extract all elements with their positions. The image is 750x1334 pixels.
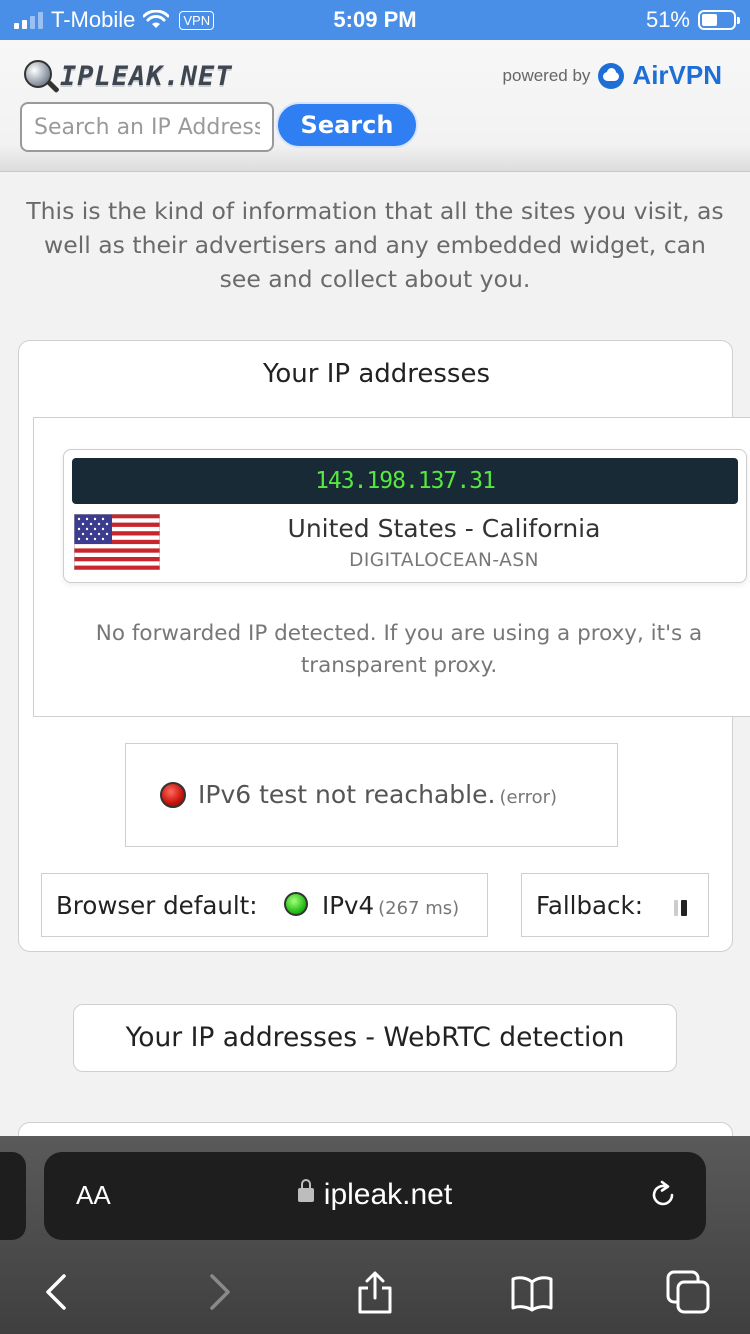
status-left: T-Mobile VPN: [14, 7, 215, 33]
url-text: ipleak.net: [323, 1178, 453, 1211]
powered-by[interactable]: powered by AirVPN: [503, 60, 722, 91]
loading-spinner-icon: [674, 900, 694, 916]
browser-default-proto-text: IPv4: [322, 891, 375, 920]
forward-icon[interactable]: [196, 1270, 240, 1314]
browser-default-label: Browser default:: [56, 891, 258, 920]
battery-fill: [702, 14, 718, 26]
airvpn-cloud-icon: [598, 62, 625, 89]
lock-icon: [297, 1179, 314, 1202]
bookmarks-icon[interactable]: [510, 1270, 554, 1314]
status-right: 51%: [645, 7, 740, 33]
ipv6-status-text: IPv6 test not reachable.: [198, 780, 496, 809]
ip-search-input[interactable]: [20, 102, 274, 152]
logo-text: IPLEAK.NET: [60, 60, 233, 92]
ip-addresses-card: Your IP addresses 143.198.137.31 United …: [18, 340, 750, 952]
magnifier-logo-icon: [22, 58, 60, 94]
search-button[interactable]: Search: [276, 102, 418, 148]
wifi-icon: [143, 10, 170, 28]
ip-location: United States - California: [287, 514, 601, 543]
browser-default-latency: (267 ms): [378, 898, 460, 919]
intro-text: This is the kind of information that all…: [26, 197, 724, 293]
address-bar[interactable]: AA ipleak.net: [44, 1152, 706, 1240]
share-icon[interactable]: [353, 1270, 397, 1314]
browser-bottom-bar: AA ipleak.net: [0, 1136, 750, 1334]
status-bar: T-Mobile VPN 5:09 PM 51%: [0, 0, 750, 40]
battery-percent: 51%: [645, 7, 690, 32]
tabs-icon[interactable]: [666, 1270, 710, 1314]
reload-icon[interactable]: [648, 1180, 678, 1210]
ip-address-value: 143.198.137.31: [72, 458, 738, 504]
back-icon[interactable]: [36, 1270, 80, 1314]
battery-icon: [698, 10, 740, 30]
card-title: Your IP addresses: [262, 359, 491, 389]
ip-result: 143.198.137.31 United States - Californi…: [63, 449, 747, 583]
url-display[interactable]: ipleak.net: [44, 1178, 706, 1212]
site-logo[interactable]: IPLEAK.NET: [22, 58, 233, 94]
forwarded-ip-note: No forwarded IP detected. If you are usi…: [95, 621, 703, 678]
fallback-box: Fallback:: [521, 873, 709, 937]
previous-tab-preview[interactable]: [0, 1152, 26, 1240]
airvpn-brand: AirVPN: [632, 60, 722, 90]
webrtc-detection-button[interactable]: Your IP addresses - WebRTC detection: [73, 1004, 677, 1072]
site-header: IPLEAK.NET powered by AirVPN Search: [0, 40, 750, 172]
browser-toolbar: [0, 1258, 750, 1322]
powered-by-label: powered by: [502, 65, 591, 85]
status-ok-icon: [284, 892, 308, 916]
ip-asn: DIGITALOCEAN-ASN: [349, 550, 539, 571]
status-error-icon: [160, 782, 186, 808]
carrier-name: T-Mobile: [51, 7, 136, 32]
ipv4-result-box: 143.198.137.31 United States - Californi…: [33, 417, 750, 717]
browser-default-protocol: IPv4 (267 ms): [322, 891, 459, 920]
ipv6-result-box: IPv6 test not reachable. (error): [125, 743, 618, 847]
ipv6-error-label: (error): [499, 787, 558, 808]
us-flag-icon: [74, 514, 160, 570]
ipv6-status: IPv6 test not reachable. (error): [198, 780, 557, 809]
browser-default-box: Browser default: IPv4 (267 ms): [41, 873, 488, 937]
cellular-signal-icon: [14, 11, 43, 29]
vpn-badge: VPN: [179, 10, 215, 30]
fallback-label: Fallback:: [536, 891, 643, 920]
